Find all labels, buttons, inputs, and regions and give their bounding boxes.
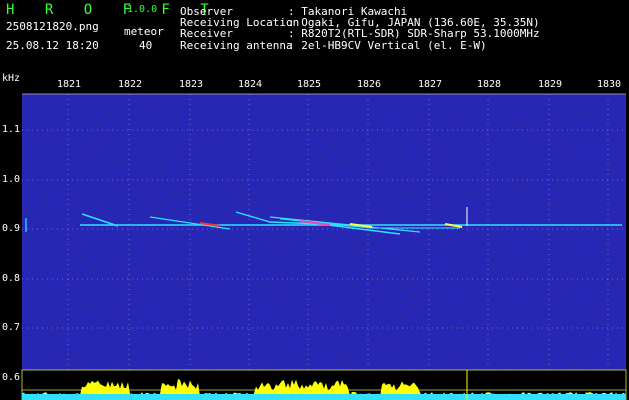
- x-tick-label: 1822: [118, 79, 143, 90]
- spectrogram: [21, 93, 627, 400]
- y-tick-label: 0.8: [2, 273, 21, 284]
- y-tick-label: 1.0: [2, 174, 21, 185]
- y-tick-label: 0.9: [2, 223, 21, 234]
- x-tick-label: 1830: [597, 79, 622, 90]
- x-tick-label: 1821: [57, 79, 82, 90]
- noise-floor-band: [22, 394, 626, 400]
- x-tick-label: 1825: [297, 79, 322, 90]
- y-tick-label: 0.6: [2, 372, 21, 383]
- plot-noise: [22, 94, 626, 400]
- x-tick-label: 1826: [357, 79, 382, 90]
- x-tick-label: 1828: [477, 79, 502, 90]
- x-tick-label: 1824: [238, 79, 263, 90]
- y-axis-unit: kHz: [2, 73, 21, 84]
- y-tick-label: 1.1: [2, 124, 21, 135]
- x-tick-label: 1829: [538, 79, 563, 90]
- x-tick-label: 1827: [418, 79, 443, 90]
- x-tick-label: 1823: [179, 79, 204, 90]
- level-bar: [21, 369, 627, 400]
- y-tick-label: 0.7: [2, 322, 21, 333]
